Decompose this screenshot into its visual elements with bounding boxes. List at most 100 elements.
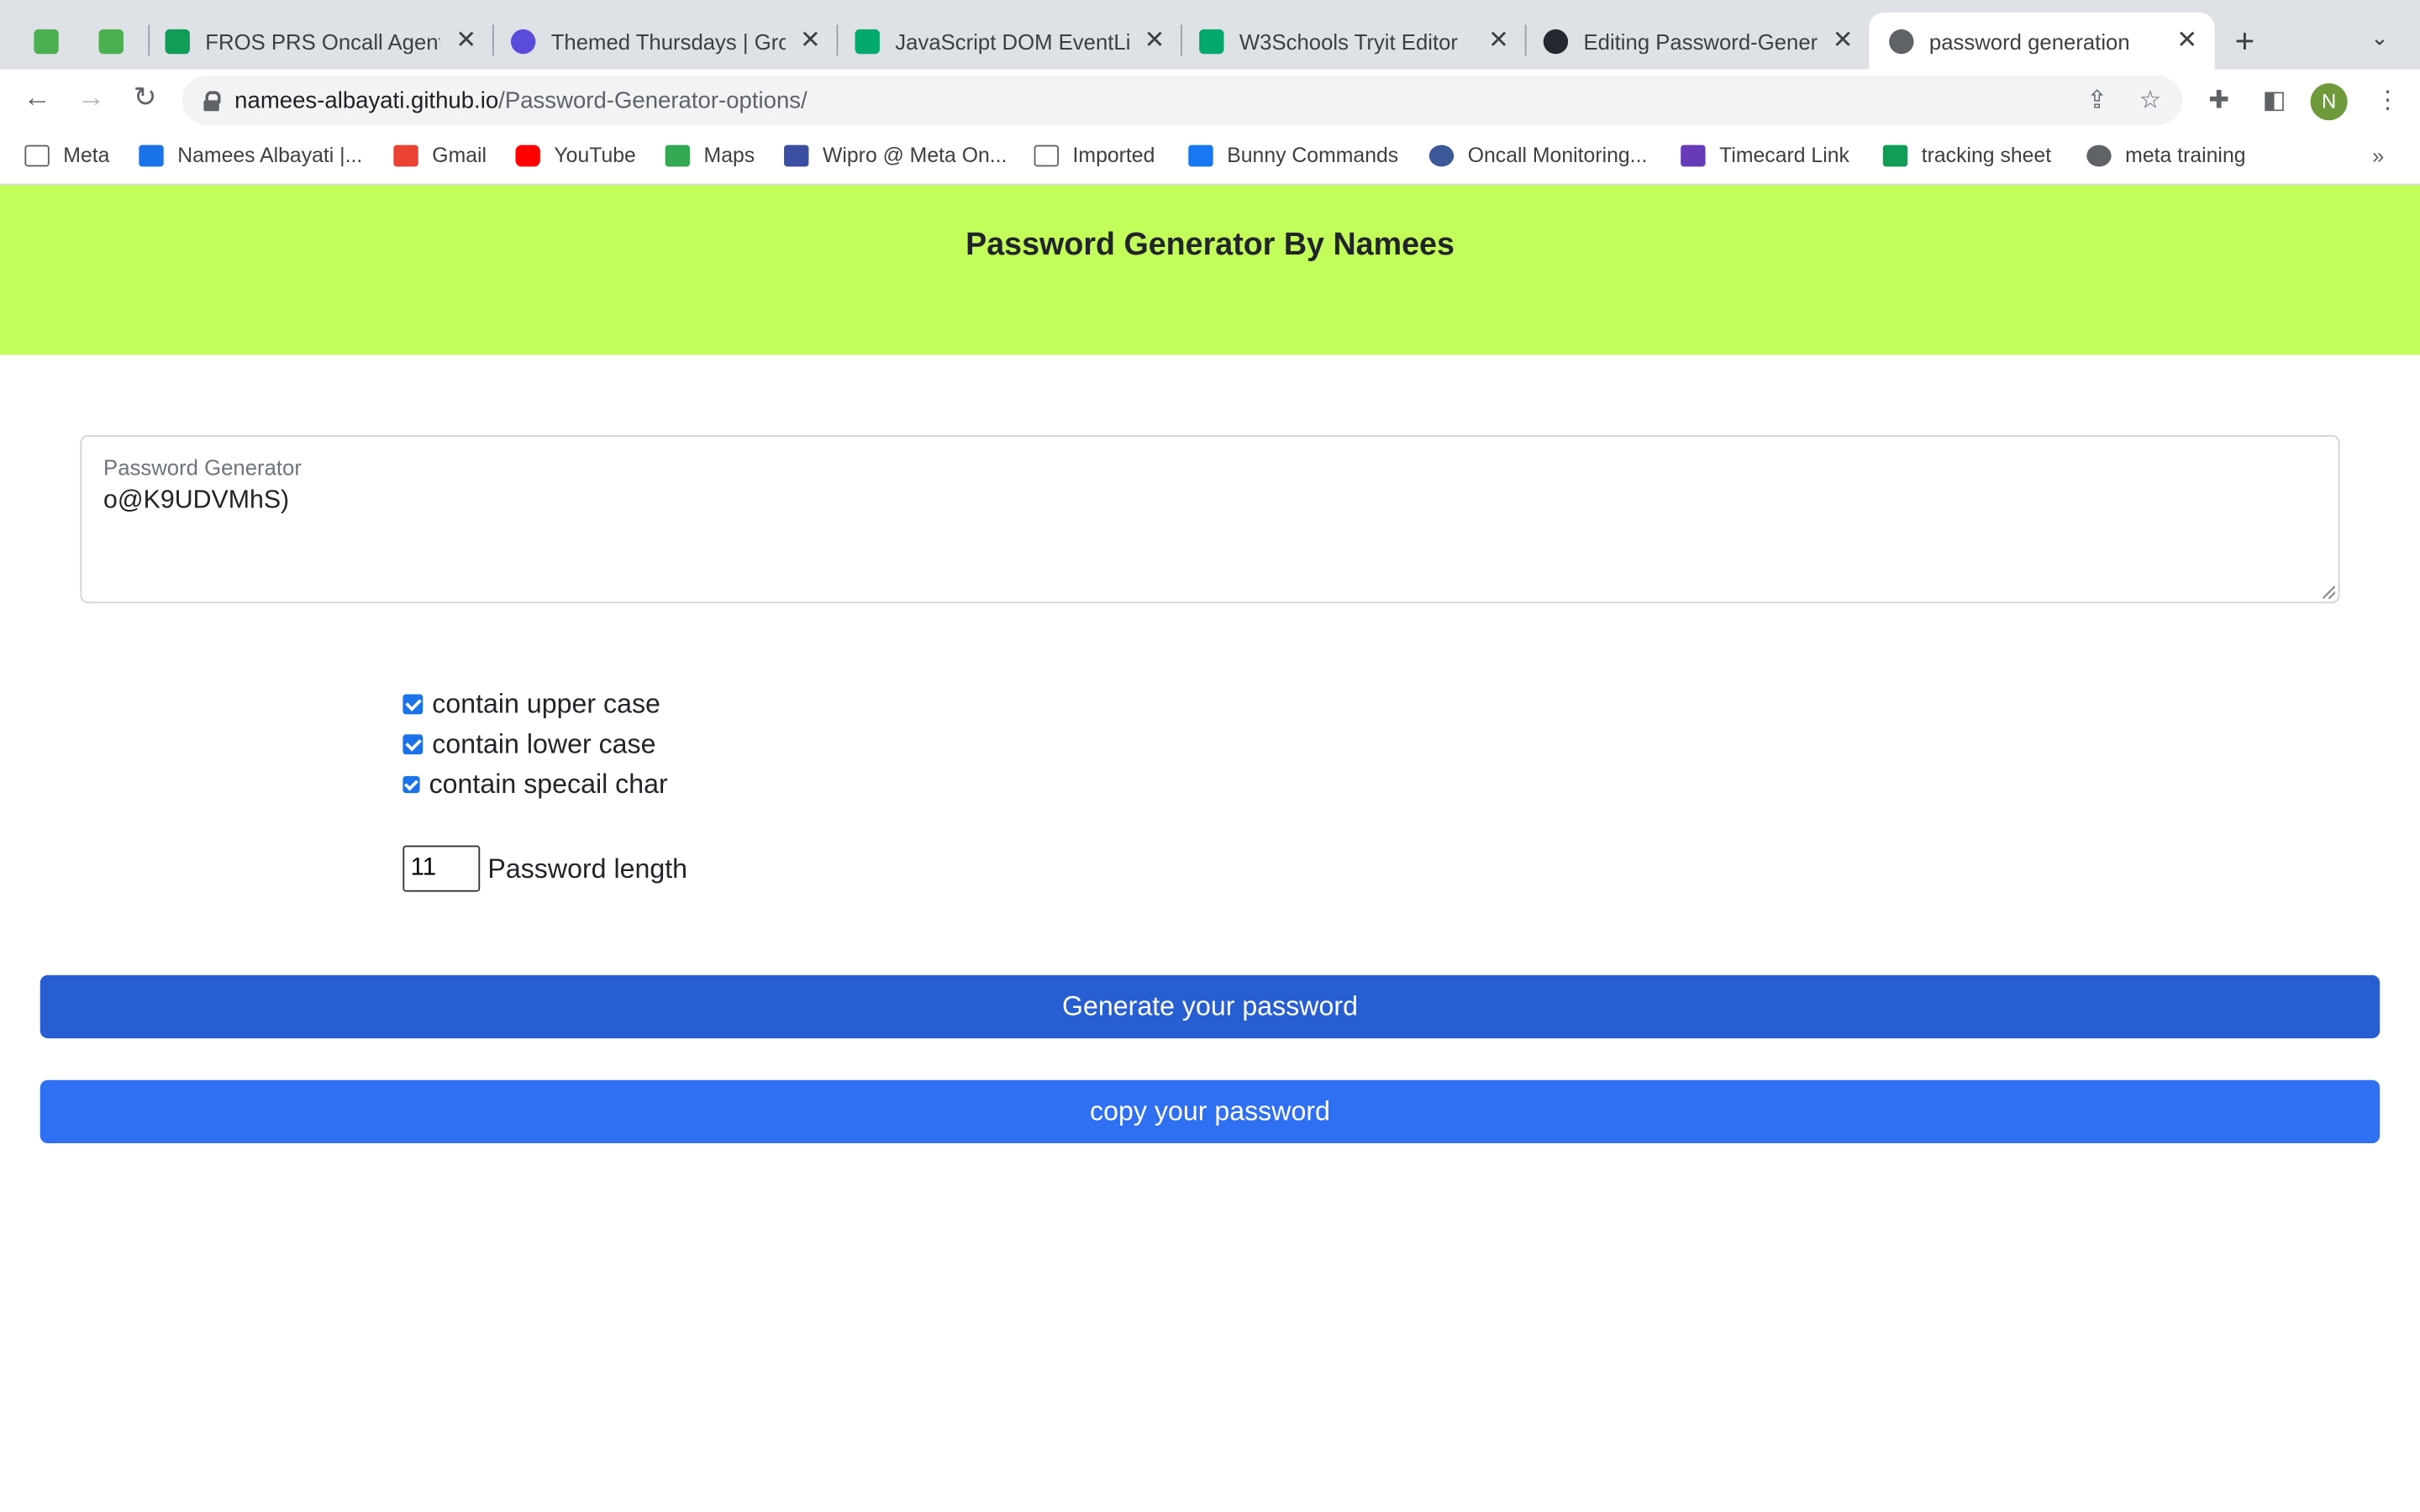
bookmark-label: tracking sheet bbox=[1921, 143, 2052, 167]
facebook-icon bbox=[1188, 144, 1213, 166]
tab-separator bbox=[1181, 24, 1182, 56]
special-char-label: contain specail char bbox=[429, 768, 668, 800]
page-title: Password Generator By Namees bbox=[965, 227, 1455, 263]
chevron-right-double-icon[interactable]: » bbox=[2372, 144, 2384, 168]
password-length-input[interactable]: 11 bbox=[402, 845, 481, 892]
close-icon[interactable]: ✕ bbox=[2171, 24, 2202, 55]
tab-themed-thursdays[interactable]: Themed Thursdays | Gro ✕ bbox=[510, 13, 826, 70]
close-icon[interactable]: ✕ bbox=[1483, 24, 1514, 55]
sidepanel-icon[interactable]: ◧ bbox=[2263, 85, 2286, 116]
option-lowercase: contain lower case bbox=[402, 727, 656, 761]
tab-title: Editing Password-Genera bbox=[1583, 28, 1818, 54]
bookmark-label: Namees Albayati |... bbox=[177, 143, 363, 167]
bookmark-wipro[interactable]: Wipro @ Meta On... bbox=[784, 144, 1007, 166]
page-icon bbox=[784, 144, 809, 166]
extensions-icon[interactable]: ✚ bbox=[2208, 85, 2229, 116]
bookmarks-bar: Meta Namees Albayati |... Gmail YouTube … bbox=[0, 131, 2420, 186]
task-check-icon bbox=[98, 28, 124, 54]
bookmark-label: Oncall Monitoring... bbox=[1467, 143, 1648, 167]
bookmark-label: Timecard Link bbox=[1719, 143, 1849, 167]
password-output-label: Password Generator bbox=[103, 454, 302, 480]
tab-title: FROS PRS Oncall Agent T bbox=[205, 28, 440, 54]
bookmark-label: Meta bbox=[63, 143, 110, 167]
bookmark-oncall[interactable]: Oncall Monitoring... bbox=[1428, 143, 1648, 167]
tab-fros-prs[interactable]: FROS PRS Oncall Agent T ✕ bbox=[165, 13, 482, 70]
bookmark-label: YouTube bbox=[554, 143, 636, 167]
tab-js-dom[interactable]: JavaScript DOM EventLis ✕ bbox=[855, 13, 1171, 70]
copy-password-button[interactable]: copy your password bbox=[39, 1079, 2381, 1144]
bookmark-timecard[interactable]: Timecard Link bbox=[1681, 143, 1849, 167]
bookmark-meta-training[interactable]: meta training bbox=[2086, 143, 2246, 167]
uppercase-label: contain upper case bbox=[432, 688, 660, 719]
back-icon[interactable]: ← bbox=[18, 81, 55, 114]
resize-handle-icon[interactable] bbox=[2323, 585, 2335, 599]
bookmark-gmail[interactable]: Gmail bbox=[393, 143, 487, 167]
password-output-textarea[interactable]: Password Generator o@K9UDVMhS) bbox=[80, 434, 2340, 604]
tab-separator bbox=[1524, 24, 1527, 56]
gmail-icon bbox=[393, 144, 418, 166]
avatar[interactable]: N bbox=[2310, 83, 2348, 121]
close-icon[interactable]: ✕ bbox=[795, 24, 826, 55]
url-host: namees-albayati.github.io bbox=[234, 87, 499, 113]
url-path: /Password-Generator-options/ bbox=[498, 87, 808, 113]
page-content: Password Generator By Namees Password Ge… bbox=[0, 185, 2420, 1512]
uppercase-checkbox[interactable] bbox=[402, 694, 424, 715]
option-uppercase: contain upper case bbox=[402, 688, 660, 721]
tab-pinned-2[interactable] bbox=[98, 13, 124, 70]
profile-icon bbox=[139, 144, 164, 166]
lowercase-label: contain lower case bbox=[432, 727, 656, 759]
tab-separator bbox=[148, 24, 150, 56]
sheets-icon bbox=[1882, 144, 1908, 166]
lowercase-checkbox[interactable] bbox=[402, 734, 424, 755]
bookmark-bunny[interactable]: Bunny Commands bbox=[1188, 143, 1399, 167]
tab-github-editing[interactable]: Editing Password-Genera ✕ bbox=[1543, 13, 1859, 70]
tab-title: JavaScript DOM EventLis bbox=[895, 28, 1130, 54]
password-output-value: o@K9UDVMhS) bbox=[103, 486, 290, 514]
new-tab-plus-icon[interactable]: + bbox=[2235, 22, 2255, 62]
bookmark-label: meta training bbox=[2125, 143, 2246, 167]
tab-w3schools-tryit[interactable]: W3Schools Tryit Editor ✕ bbox=[1199, 13, 1514, 70]
youtube-icon bbox=[515, 144, 540, 166]
bookmark-youtube[interactable]: YouTube bbox=[515, 143, 636, 167]
browser-toolbar: ← → ↻ namees-albayati.github.io/Password… bbox=[0, 69, 2420, 132]
special-char-checkbox[interactable] bbox=[402, 775, 420, 794]
bookmark-label: Imported bbox=[1072, 143, 1155, 167]
forward-icon[interactable]: → bbox=[72, 81, 109, 114]
bookmark-namees[interactable]: Namees Albayati |... bbox=[139, 143, 363, 167]
tab-title: W3Schools Tryit Editor bbox=[1239, 28, 1458, 54]
bookmark-meta[interactable]: Meta bbox=[24, 143, 110, 167]
chevron-down-icon[interactable]: ⌄ bbox=[2370, 24, 2389, 50]
github-icon bbox=[1543, 28, 1569, 54]
tab-separator bbox=[836, 24, 839, 56]
folder-icon bbox=[1034, 144, 1059, 166]
share-icon[interactable]: ⇪ bbox=[2086, 85, 2107, 116]
tab-pinned-1[interactable] bbox=[34, 13, 59, 70]
tab-strip: FROS PRS Oncall Agent T ✕ Themed Thursda… bbox=[0, 0, 2420, 70]
globe-icon bbox=[2086, 144, 2112, 166]
tab-password-generation[interactable]: password generation ✕ bbox=[1869, 12, 2215, 70]
option-special-char: contain specail char bbox=[402, 768, 668, 801]
lock-icon[interactable] bbox=[203, 91, 221, 112]
reload-icon[interactable]: ↻ bbox=[127, 81, 164, 114]
close-icon[interactable]: ✕ bbox=[1828, 24, 1859, 55]
bookmark-label: Maps bbox=[703, 143, 755, 167]
bookmark-label: Gmail bbox=[432, 143, 487, 167]
address-bar[interactable]: namees-albayati.github.io/Password-Gener… bbox=[182, 76, 2183, 125]
sheets-icon bbox=[165, 28, 190, 54]
bookmark-label: Bunny Commands bbox=[1227, 143, 1399, 167]
w3schools-icon bbox=[1199, 28, 1224, 54]
password-length-row: 11 Password length bbox=[402, 845, 687, 892]
tab-separator bbox=[492, 24, 494, 56]
tab-title: Themed Thursdays | Gro bbox=[550, 28, 786, 54]
close-icon[interactable]: ✕ bbox=[1139, 24, 1171, 55]
close-icon[interactable]: ✕ bbox=[450, 24, 481, 55]
bookmark-imported[interactable]: Imported bbox=[1034, 143, 1155, 167]
bookmark-tracking[interactable]: tracking sheet bbox=[1882, 143, 2052, 167]
generate-password-button[interactable]: Generate your password bbox=[39, 974, 2381, 1039]
maps-icon bbox=[665, 144, 691, 166]
page-header: Password Generator By Namees bbox=[0, 185, 2420, 355]
bookmark-maps[interactable]: Maps bbox=[665, 143, 755, 167]
star-icon[interactable]: ☆ bbox=[2139, 85, 2161, 116]
menu-icon[interactable]: ⋮ bbox=[2375, 85, 2400, 116]
w3schools-icon bbox=[855, 28, 880, 54]
